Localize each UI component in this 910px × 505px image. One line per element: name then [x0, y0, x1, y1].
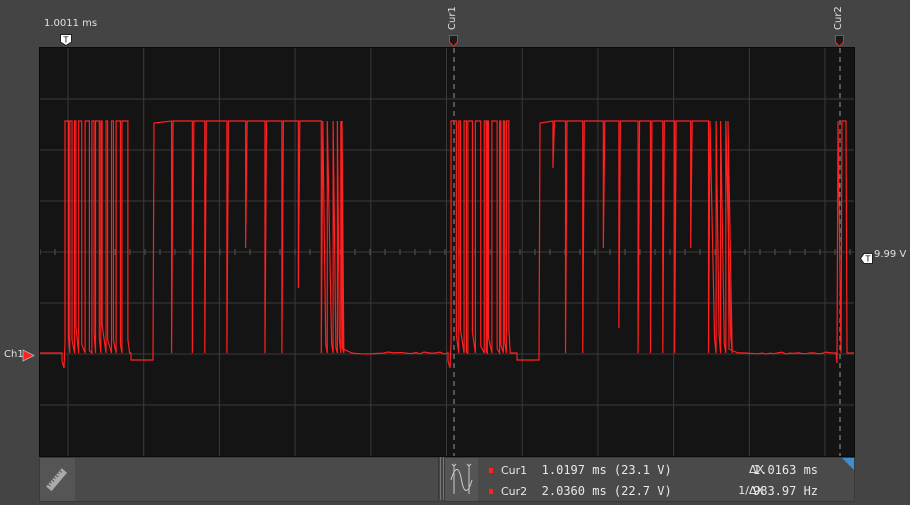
trigger-time-marker[interactable]: T [60, 31, 72, 47]
panel-corner-toggle[interactable] [842, 458, 854, 470]
ruler-button[interactable] [40, 458, 75, 501]
trigger-time-label: 1.0011 ms [44, 18, 98, 29]
trigger-level-marker[interactable]: T [859, 249, 873, 264]
cursor2-color-dot [489, 489, 493, 494]
cursor1-value: (23.1 V) [613, 463, 672, 477]
cursor2-handle[interactable] [835, 32, 844, 48]
channel-arrow-icon [22, 349, 35, 362]
channel-offset-marker[interactable] [22, 347, 35, 362]
trigger-level-label: 9.99 V [874, 249, 907, 260]
cursor-mode-button[interactable] [445, 458, 478, 501]
ruler-icon [46, 468, 68, 492]
cursor1-handle[interactable] [449, 32, 458, 48]
cursor1-color-dot [489, 468, 493, 473]
trigger-marker-icon: T [60, 34, 72, 47]
tools-panel [39, 457, 439, 502]
cursor1-label: Cur1 [447, 6, 458, 30]
cursor1-readout: Cur1 1.0197 ms (23.1 V) [489, 463, 672, 477]
svg-text:T: T [865, 255, 871, 264]
inv-delta-x-value: 983.97 Hz [753, 484, 819, 498]
cursor1-time: 1.0197 ms [541, 463, 607, 477]
cursor2-value: (22.7 V) [613, 484, 672, 498]
delta-x-value: 1.0163 ms [753, 463, 819, 477]
cursor2-readout: Cur2 2.0360 ms (22.7 V) [489, 484, 672, 498]
waveform-svg [39, 48, 854, 456]
cursor-measurement-panel: Cur1 1.0197 ms (23.1 V) Cur2 2.0360 ms (… [444, 457, 855, 502]
channel-label: Ch1 [4, 349, 24, 360]
cursor-handle-icon [835, 35, 844, 48]
cursor2-name: Cur2 [501, 485, 528, 498]
svg-text:T: T [63, 36, 69, 45]
cursor-measure-icon [450, 463, 473, 494]
trigger-level-icon: T [859, 253, 873, 264]
cursor2-label: Cur2 [833, 6, 844, 30]
cursor-handle-icon [449, 35, 458, 48]
cursor1-name: Cur1 [501, 464, 528, 477]
cursor2-time: 2.0360 ms [541, 484, 607, 498]
waveform-display[interactable] [39, 47, 855, 457]
